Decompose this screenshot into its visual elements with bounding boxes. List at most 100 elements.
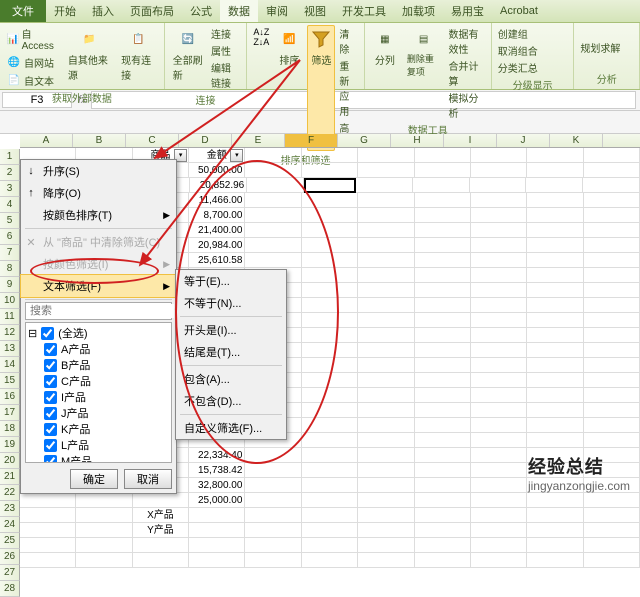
cell[interactable] — [527, 163, 583, 178]
file-tab[interactable]: 文件 — [0, 0, 46, 22]
col-header-E[interactable]: E — [232, 134, 285, 147]
cell[interactable] — [245, 523, 301, 538]
cell[interactable] — [415, 193, 471, 208]
cell[interactable] — [471, 238, 527, 253]
row-header-10[interactable]: 10 — [0, 293, 20, 309]
filter-button[interactable]: 筛选 — [307, 25, 335, 151]
cell[interactable] — [471, 313, 527, 328]
cell[interactable]: Y产品 — [133, 523, 189, 538]
cell[interactable] — [358, 223, 414, 238]
cell[interactable] — [415, 463, 471, 478]
cell[interactable] — [527, 343, 583, 358]
cell[interactable] — [415, 493, 471, 508]
cell[interactable] — [302, 448, 358, 463]
cell[interactable] — [415, 553, 471, 568]
row-header-23[interactable]: 23 — [0, 501, 20, 517]
cell[interactable] — [358, 463, 414, 478]
row-header-19[interactable]: 19 — [0, 437, 20, 453]
cell[interactable] — [527, 403, 583, 418]
cell[interactable] — [584, 148, 640, 163]
cancel-button[interactable]: 取消 — [124, 469, 172, 489]
cell[interactable] — [471, 388, 527, 403]
col-header-F[interactable]: F — [285, 134, 338, 147]
cell[interactable] — [415, 358, 471, 373]
cell[interactable] — [415, 268, 471, 283]
remove-dup-button[interactable]: ▤删除重复项 — [403, 25, 445, 121]
cell[interactable] — [415, 313, 471, 328]
cell[interactable] — [471, 433, 527, 448]
row-header-13[interactable]: 13 — [0, 341, 20, 357]
cell[interactable] — [584, 388, 640, 403]
custom-filter-item[interactable]: 自定义筛选(F)... — [176, 417, 286, 439]
cell[interactable] — [20, 523, 76, 538]
cell[interactable] — [189, 553, 245, 568]
cell[interactable] — [358, 523, 414, 538]
cell[interactable] — [245, 538, 301, 553]
from-text-button[interactable]: 📄自文本 — [4, 71, 62, 89]
subtotal-button[interactable]: 分类汇总 — [496, 59, 540, 76]
cell[interactable] — [527, 538, 583, 553]
cell[interactable] — [76, 553, 132, 568]
consolidate-button[interactable]: 合并计算 — [446, 57, 486, 89]
row-header-27[interactable]: 27 — [0, 565, 20, 581]
row-header-24[interactable]: 24 — [0, 517, 20, 533]
cell[interactable] — [471, 538, 527, 553]
cell[interactable] — [302, 163, 358, 178]
cell[interactable] — [527, 433, 583, 448]
cell[interactable] — [358, 493, 414, 508]
cell[interactable] — [358, 478, 414, 493]
cell[interactable] — [358, 193, 414, 208]
cell[interactable] — [245, 238, 301, 253]
ungroup-button[interactable]: 取消组合 — [496, 42, 540, 59]
search-input[interactable] — [28, 304, 174, 318]
cell[interactable] — [20, 493, 76, 508]
cell[interactable] — [302, 238, 358, 253]
cell[interactable] — [302, 418, 358, 433]
cell[interactable] — [471, 283, 527, 298]
tab-formula[interactable]: 公式 — [182, 0, 220, 22]
cell[interactable] — [584, 208, 640, 223]
cell[interactable] — [584, 193, 640, 208]
cell[interactable] — [471, 148, 527, 163]
cell[interactable] — [358, 313, 414, 328]
sort-button[interactable]: 📶排序 — [273, 25, 305, 151]
cell[interactable] — [302, 283, 358, 298]
cell[interactable] — [415, 253, 471, 268]
cell[interactable] — [471, 478, 527, 493]
cell[interactable] — [527, 358, 583, 373]
cell[interactable]: 25,000.00 — [189, 493, 245, 508]
solver-button[interactable]: 规划求解 — [578, 25, 622, 70]
cell[interactable] — [20, 508, 76, 523]
cell[interactable] — [527, 208, 583, 223]
cell[interactable] — [584, 433, 640, 448]
cell[interactable] — [245, 163, 301, 178]
cell[interactable] — [415, 403, 471, 418]
cell[interactable] — [302, 373, 358, 388]
cell[interactable] — [584, 253, 640, 268]
cell[interactable] — [358, 253, 414, 268]
cell[interactable] — [358, 328, 414, 343]
cell[interactable]: 21,400.00 — [189, 223, 245, 238]
row-header-25[interactable]: 25 — [0, 533, 20, 549]
col-header-K[interactable]: K — [550, 134, 603, 147]
text-filter-item[interactable]: 文本筛选(F)▶ — [20, 274, 177, 298]
connections-button[interactable]: 连接 — [209, 25, 242, 42]
refresh-all-button[interactable]: 🔄全部刷新 — [169, 25, 207, 91]
from-access-button[interactable]: 📊自 Access — [4, 25, 62, 53]
text-to-columns-button[interactable]: ▦分列 — [369, 25, 401, 121]
cell[interactable]: 32,800.00 — [189, 478, 245, 493]
cell[interactable] — [471, 268, 527, 283]
cell[interactable] — [302, 223, 358, 238]
cell[interactable] — [415, 283, 471, 298]
cell[interactable]: 11,466.00 — [189, 193, 245, 208]
cell[interactable] — [413, 178, 470, 193]
cell[interactable] — [302, 208, 358, 223]
sort-color-item[interactable]: 按颜色排序(T)▶ — [21, 204, 176, 226]
sort-asc-item[interactable]: ↓升序(S) — [21, 160, 176, 182]
filter-checkbox[interactable] — [44, 375, 57, 388]
cell[interactable] — [358, 163, 414, 178]
cell[interactable] — [527, 418, 583, 433]
cell[interactable]: 8,700.00 — [189, 208, 245, 223]
reapply-button[interactable]: 重新应用 — [337, 57, 360, 119]
cell[interactable] — [358, 418, 414, 433]
